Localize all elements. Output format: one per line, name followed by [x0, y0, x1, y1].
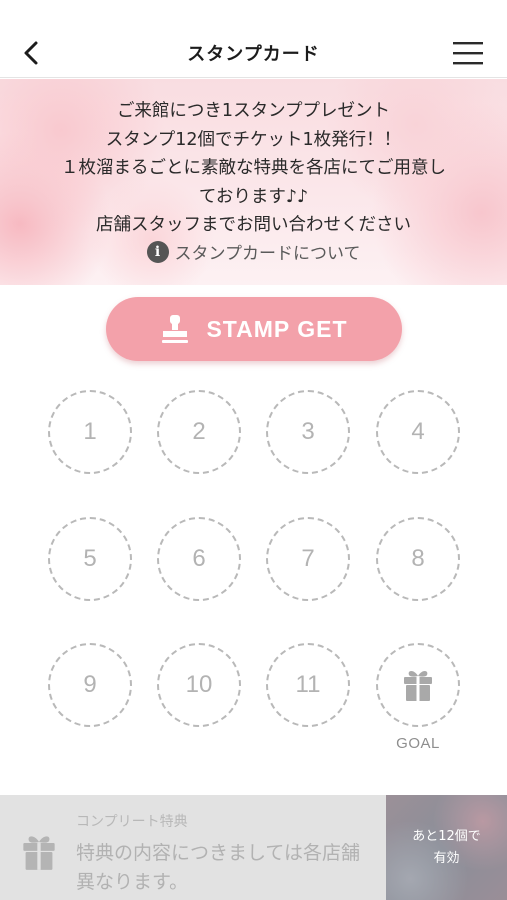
stamp-slot: 7	[266, 517, 350, 601]
reward-remaining-status: 有効	[433, 850, 460, 866]
reward-description: 特典の内容につきましては各店舗異なります。	[76, 842, 361, 893]
stamp-slot: 5	[48, 517, 132, 601]
stamp-slot-number: 5	[83, 545, 97, 572]
stamp-slot-number: 9	[83, 671, 97, 698]
stamp-slot: 6	[157, 517, 241, 601]
stamp-slot: 9	[48, 643, 132, 727]
banner-line: ご来館につき1スタンププレゼント	[116, 101, 391, 121]
stamp-slot-number: 3	[301, 418, 315, 445]
stamp-slot: 11	[266, 643, 350, 727]
stamp-slot-number: 11	[295, 671, 321, 698]
stamp-slot-number: 2	[192, 418, 206, 445]
reward-status-panel: あと12個で 有効	[386, 795, 507, 900]
about-stamp-card-label: スタンプカードについて	[174, 244, 361, 264]
banner-line: １枚溜まるごとに素敵な特典を各店にてご用意し	[61, 158, 446, 178]
gift-icon	[23, 836, 55, 870]
stamp-slot: 3	[266, 390, 350, 474]
stamp-icon	[162, 315, 189, 343]
about-stamp-card-link[interactable]: i スタンプカードについて	[0, 239, 507, 264]
stamp-get-button[interactable]: STAMP GET	[106, 297, 402, 361]
info-banner: ご来館につき1スタンププレゼント スタンプ12個でチケット1枚発行！！ １枚溜ま…	[0, 79, 507, 285]
stamp-slot: 8	[376, 517, 460, 601]
goal-label: GOAL	[396, 735, 440, 752]
status-bar	[0, 0, 507, 28]
navigation-bar: スタンプカード	[0, 28, 507, 78]
stamp-slot: 1	[48, 390, 132, 474]
banner-text: ご来館につき1スタンププレゼント スタンプ12個でチケット1枚発行！！ １枚溜ま…	[0, 79, 507, 240]
banner-line: スタンプ12個でチケット1枚発行！！	[105, 129, 402, 150]
stamp-slot-number: 4	[411, 418, 425, 445]
stamp-slot-number: 8	[411, 545, 425, 572]
stamp-slot: 10	[157, 643, 241, 727]
reward-title: コンプリート特典	[76, 814, 188, 830]
gift-icon	[404, 671, 432, 701]
stamp-slot-number: 6	[192, 545, 206, 572]
banner-line: 店舗スタッフまでお問い合わせください	[96, 215, 411, 235]
stamp-slot-number: 7	[301, 545, 315, 572]
stamp-slot: 4	[376, 390, 460, 474]
stamp-slot-number: 1	[83, 418, 97, 445]
complete-reward-bar: コンプリート特典 特典の内容につきましては各店舗異なります。 あと12個で 有効	[0, 795, 507, 900]
stamp-slot-number: 10	[185, 671, 213, 698]
goal-slot	[376, 643, 460, 727]
banner-line: ております♪♪	[198, 186, 309, 207]
chevron-left-icon[interactable]	[18, 39, 46, 67]
page-title: スタンプカード	[187, 43, 320, 65]
stamp-slot: 2	[157, 390, 241, 474]
reward-remaining-count: あと12個で	[412, 828, 481, 844]
info-icon: i	[146, 240, 169, 263]
stamp-get-label: STAMP GET	[206, 315, 348, 342]
hamburger-menu-icon[interactable]	[453, 41, 483, 65]
